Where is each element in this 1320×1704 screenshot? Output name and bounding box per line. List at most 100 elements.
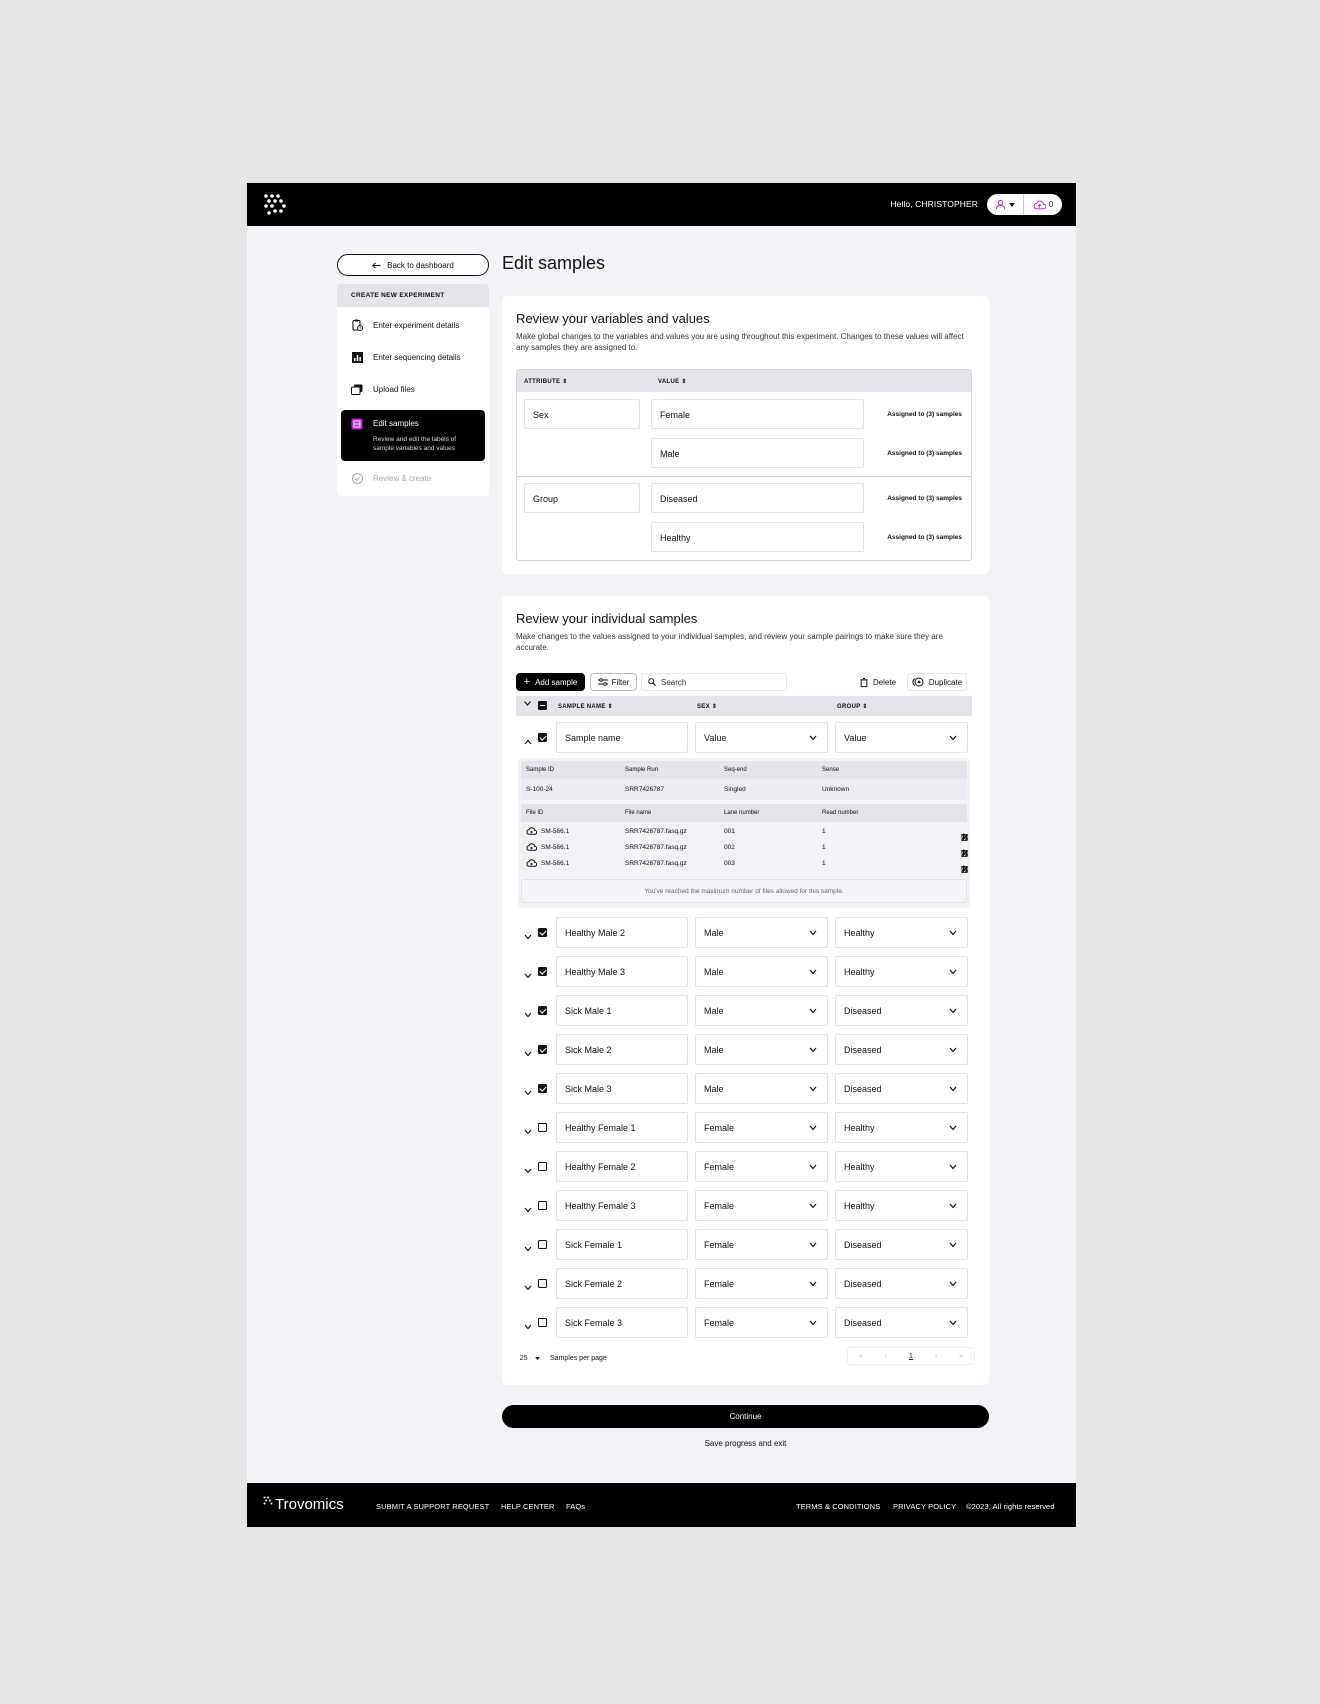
sample-name-field[interactable]: Sick Female 3 <box>556 1307 688 1338</box>
terms-link[interactable]: TERMS & CONDITIONS <box>796 1502 880 1511</box>
cloud-view-icon[interactable] <box>526 843 537 851</box>
row-checkbox[interactable] <box>538 928 547 937</box>
help-center-link[interactable]: HELP CENTER <box>501 1502 554 1511</box>
nav-step-experiment-details[interactable]: Enter experiment details <box>351 319 459 331</box>
trash-icon[interactable] <box>961 865 968 875</box>
last-page-icon[interactable]: » <box>959 1353 963 1360</box>
group-select[interactable]: Healthy <box>835 1190 968 1221</box>
nav-step-sequencing-details[interactable]: Enter sequencing details <box>351 351 461 363</box>
filter-button[interactable]: Filter <box>590 673 637 691</box>
collapse-all-icon[interactable] <box>524 701 531 708</box>
prev-page-icon[interactable]: ‹ <box>885 1353 887 1360</box>
value-field-female[interactable]: Female <box>651 399 864 429</box>
sex-select[interactable]: Female <box>695 1229 828 1260</box>
group-select[interactable]: Diseased <box>835 1073 968 1104</box>
group-select[interactable]: Diseased <box>835 1034 968 1065</box>
row-checkbox[interactable] <box>538 1162 547 1171</box>
cloud-view-icon[interactable] <box>526 827 537 835</box>
chevron-down-icon[interactable] <box>524 1122 532 1135</box>
sex-select[interactable]: Male <box>695 1073 828 1104</box>
sample-name-field[interactable]: Healthy Female 1 <box>556 1112 688 1143</box>
search-input[interactable]: Search <box>641 673 787 691</box>
chevron-down-icon[interactable] <box>524 927 532 940</box>
row-checkbox[interactable] <box>538 1240 547 1249</box>
sample-name-field[interactable]: Sick Male 2 <box>556 1034 688 1065</box>
nav-step-upload-files[interactable]: Upload files <box>351 383 415 395</box>
row-checkbox[interactable] <box>538 1201 547 1210</box>
support-request-link[interactable]: SUBMIT A SUPPORT REQUEST <box>376 1502 489 1511</box>
value-field-diseased[interactable]: Diseased <box>651 483 864 513</box>
group-select[interactable]: Healthy <box>835 917 968 948</box>
row-checkbox[interactable] <box>538 1279 547 1288</box>
value-column-header[interactable]: VALUE ⇕ <box>658 378 687 385</box>
chevron-down-icon[interactable] <box>524 1161 532 1174</box>
value-field-male[interactable]: Male <box>651 438 864 468</box>
sex-select[interactable]: Male <box>695 1034 828 1065</box>
sex-select[interactable]: Value <box>695 722 828 753</box>
sex-select[interactable]: Female <box>695 1190 828 1221</box>
row-checkbox[interactable] <box>538 1123 547 1132</box>
app-logo-icon[interactable] <box>263 193 287 216</box>
sex-column-header[interactable]: SEX ⇕ <box>697 703 717 710</box>
save-progress-link[interactable]: Save progress and exit <box>502 1439 989 1448</box>
sex-select[interactable]: Male <box>695 917 828 948</box>
sex-select[interactable]: Female <box>695 1112 828 1143</box>
sample-name-field[interactable]: Sick Female 2 <box>556 1268 688 1299</box>
sample-name-field[interactable]: Healthy Male 3 <box>556 956 688 987</box>
sex-select[interactable]: Female <box>695 1307 828 1338</box>
page-number-current[interactable]: 1 <box>909 1353 913 1360</box>
sample-name-field[interactable]: Sample name <box>556 722 688 753</box>
row-checkbox[interactable] <box>538 733 547 742</box>
sample-name-field[interactable]: Sick Male 1 <box>556 995 688 1026</box>
group-select[interactable]: Healthy <box>835 956 968 987</box>
group-column-header[interactable]: GROUP ⇕ <box>837 703 868 710</box>
group-select[interactable]: Healthy <box>835 1151 968 1182</box>
per-page-select[interactable]: 25 <box>516 1351 544 1366</box>
sex-select[interactable]: Male <box>695 995 828 1026</box>
attribute-field-sex[interactable]: Sex <box>524 399 640 429</box>
group-select[interactable]: Diseased <box>835 995 968 1026</box>
sample-name-field[interactable]: Sick Male 3 <box>556 1073 688 1104</box>
sex-select[interactable]: Female <box>695 1268 828 1299</box>
chevron-down-icon[interactable] <box>524 1317 532 1330</box>
chevron-down-icon[interactable] <box>524 1239 532 1252</box>
sample-name-field[interactable]: Healthy Male 2 <box>556 917 688 948</box>
group-select[interactable]: Value <box>835 722 968 753</box>
next-page-icon[interactable]: › <box>935 1353 937 1360</box>
sex-select[interactable]: Female <box>695 1151 828 1182</box>
chevron-down-icon[interactable] <box>524 1083 532 1096</box>
attribute-field-group[interactable]: Group <box>524 483 640 513</box>
group-select[interactable]: Diseased <box>835 1307 968 1338</box>
group-select[interactable]: Diseased <box>835 1229 968 1260</box>
user-menu-button[interactable] <box>987 194 1024 215</box>
group-select[interactable]: Healthy <box>835 1112 968 1143</box>
continue-button[interactable]: Continue <box>502 1405 989 1428</box>
cloud-view-icon[interactable] <box>526 859 537 867</box>
chevron-down-icon[interactable] <box>524 966 532 979</box>
row-checkbox[interactable] <box>538 1006 547 1015</box>
value-field-healthy[interactable]: Healthy <box>651 522 864 552</box>
sample-name-field[interactable]: Sick Female 1 <box>556 1229 688 1260</box>
duplicate-button[interactable]: Duplicate <box>907 673 967 691</box>
chevron-down-icon[interactable] <box>524 1200 532 1213</box>
privacy-policy-link[interactable]: PRIVACY POLICY <box>893 1502 956 1511</box>
chevron-up-icon[interactable] <box>524 732 532 745</box>
back-to-dashboard-button[interactable]: Back to dashboard <box>337 254 489 276</box>
sample-name-field[interactable]: Healthy Female 3 <box>556 1190 688 1221</box>
upload-status-button[interactable]: 0 <box>1024 194 1062 215</box>
row-checkbox[interactable] <box>538 1045 547 1054</box>
sex-select[interactable]: Male <box>695 956 828 987</box>
nav-step-edit-samples[interactable]: Edit samples Review and edit the labels … <box>341 410 485 461</box>
attribute-column-header[interactable]: ATTRIBUTE ⇕ <box>524 378 568 385</box>
row-checkbox[interactable] <box>538 1084 547 1093</box>
delete-button[interactable]: Delete <box>854 673 902 691</box>
chevron-down-icon[interactable] <box>524 1278 532 1291</box>
row-checkbox[interactable] <box>538 967 547 976</box>
faqs-link[interactable]: FAQs <box>566 1502 585 1511</box>
select-all-checkbox[interactable] <box>538 701 547 710</box>
footer-logo[interactable]: Trovomics <box>263 1496 344 1513</box>
chevron-down-icon[interactable] <box>524 1044 532 1057</box>
group-select[interactable]: Diseased <box>835 1268 968 1299</box>
sample-name-column-header[interactable]: SAMPLE NAME ⇕ <box>558 703 613 710</box>
sample-name-field[interactable]: Healthy Female 2 <box>556 1151 688 1182</box>
